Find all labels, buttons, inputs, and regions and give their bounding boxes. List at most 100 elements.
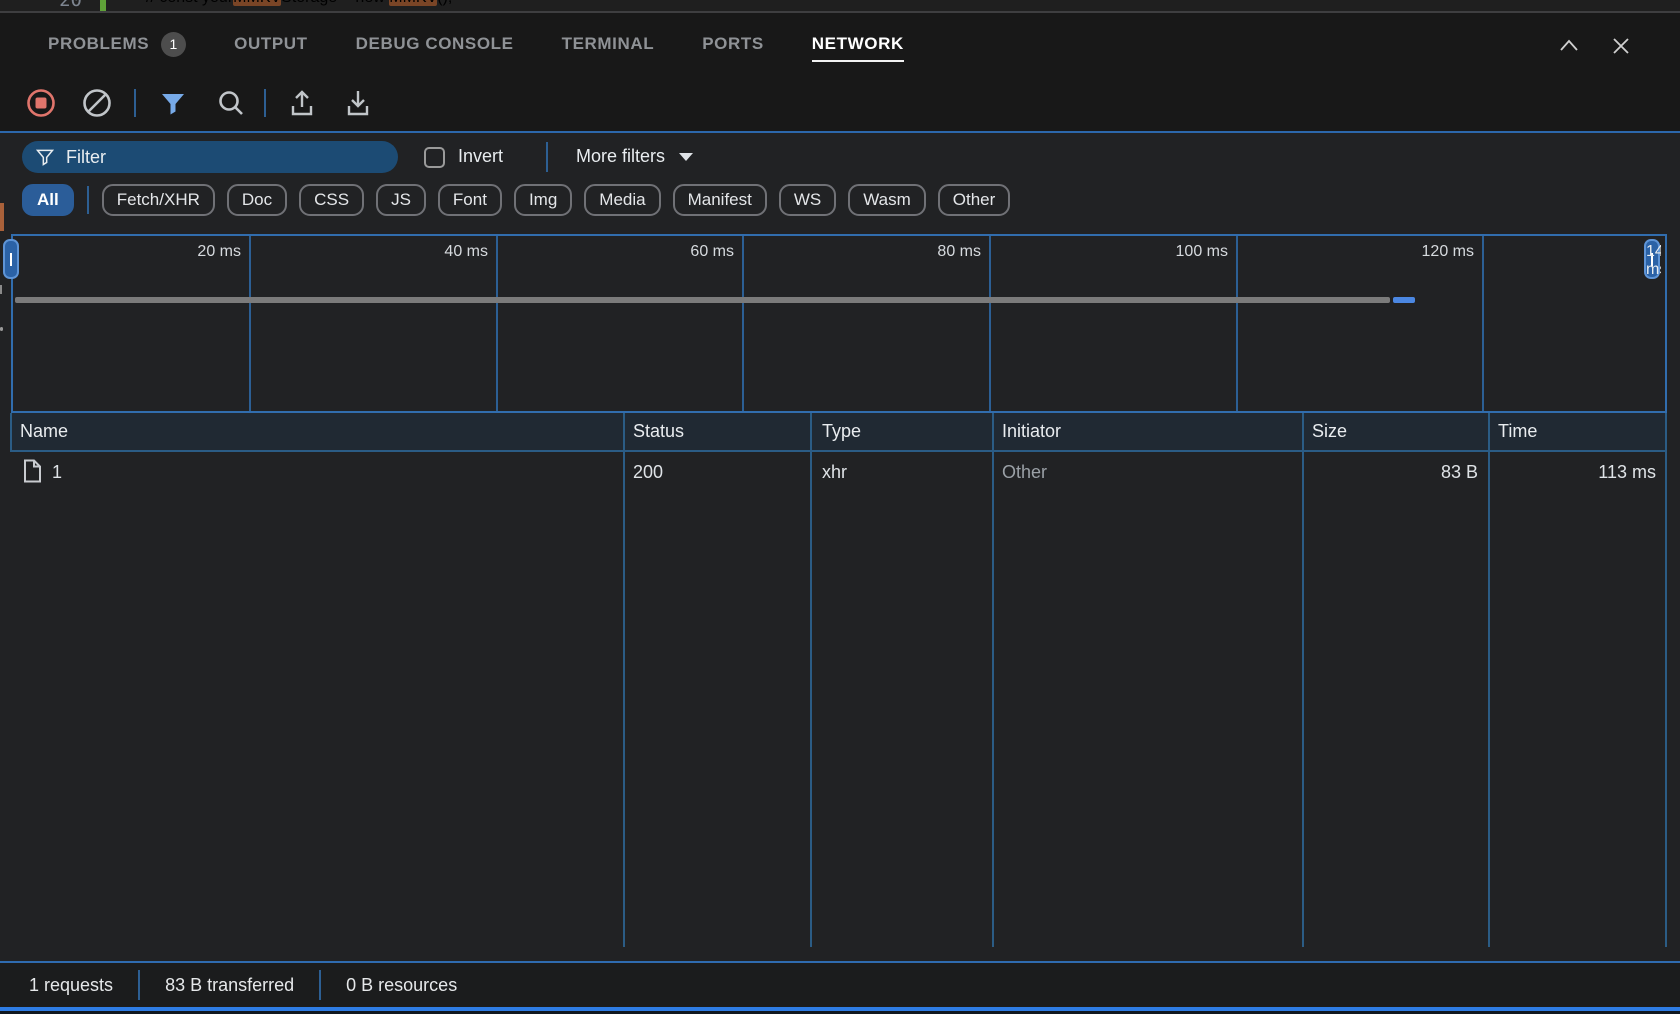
tab-network[interactable]: NETWORK: [812, 24, 904, 64]
timeline-tick: 80 ms: [871, 243, 981, 261]
chip-doc[interactable]: Doc: [227, 184, 287, 216]
summary-separator: [138, 970, 140, 1000]
timeline-gridline: [249, 236, 251, 411]
tab-network-label: NETWORK: [812, 34, 904, 54]
overview-load-bar: [15, 297, 1390, 303]
column-divider[interactable]: [1488, 413, 1490, 947]
chip-label: WS: [794, 190, 821, 210]
search-icon[interactable]: [215, 87, 247, 119]
cell-name[interactable]: 1: [52, 462, 62, 483]
search-highlight: MMKV: [389, 0, 437, 6]
timeline-tick-clipped: 140 ms: [1646, 243, 1661, 279]
maximize-panel-icon[interactable]: [1556, 33, 1582, 59]
overview-load-bar-tip: [1393, 297, 1415, 303]
timeline-gridline: [496, 236, 498, 411]
cell-type: xhr: [822, 462, 847, 483]
chip-label: Manifest: [688, 190, 752, 210]
chip-ws[interactable]: WS: [779, 184, 836, 216]
chip-label: Wasm: [863, 190, 911, 210]
overview-top-border: [11, 234, 1667, 236]
timeline-gridline: [1236, 236, 1238, 411]
code-text-prefix: // const your: [146, 0, 233, 6]
import-har-icon[interactable]: [286, 87, 318, 119]
filter-toggle-icon[interactable]: [157, 87, 189, 119]
column-header-type[interactable]: Type: [822, 421, 861, 442]
column-header-status[interactable]: Status: [633, 421, 684, 442]
chip-label: Doc: [242, 190, 272, 210]
column-header-name[interactable]: Name: [20, 421, 68, 442]
chip-fetch-xhr[interactable]: Fetch/XHR: [102, 184, 215, 216]
column-header-initiator[interactable]: Initiator: [1002, 421, 1061, 442]
timeline-tick: 120 ms: [1364, 243, 1474, 261]
chip-separator: [87, 186, 89, 214]
tab-problems-label: PROBLEMS: [48, 34, 149, 54]
overview-right-edge: [1665, 234, 1667, 413]
column-divider[interactable]: [623, 413, 625, 947]
chip-all[interactable]: All: [22, 184, 74, 216]
timeline-gridline: [989, 236, 991, 411]
chip-css[interactable]: CSS: [299, 184, 364, 216]
more-filters-dropdown[interactable]: More filters: [576, 146, 693, 167]
column-divider[interactable]: [1302, 413, 1304, 947]
requests-count: 1 requests: [29, 975, 113, 996]
chip-label: CSS: [314, 190, 349, 210]
filter-input[interactable]: Filter: [22, 141, 398, 173]
editor-code-strip: 20 // const yourMMKVStorage = new MMKV()…: [0, 0, 1680, 11]
panel-tab-bar: PROBLEMS 1 OUTPUT DEBUG CONSOLE TERMINAL…: [0, 13, 1680, 75]
tab-ports-label: PORTS: [702, 34, 764, 54]
resources-size: 0 B resources: [346, 975, 457, 996]
column-header-size[interactable]: Size: [1312, 421, 1347, 442]
clear-network-log-icon[interactable]: [81, 87, 113, 119]
chip-manifest[interactable]: Manifest: [673, 184, 767, 216]
timeline-gridline: [1482, 236, 1484, 411]
record-toggle-icon[interactable]: [25, 87, 57, 119]
export-har-icon[interactable]: [342, 87, 374, 119]
chevron-down-icon: [679, 153, 693, 161]
overview-left-handle[interactable]: [3, 239, 19, 279]
chip-label: Other: [953, 190, 996, 210]
tab-debug-console[interactable]: DEBUG CONSOLE: [356, 24, 514, 64]
tab-problems[interactable]: PROBLEMS 1: [48, 22, 186, 67]
network-overview-timeline[interactable]: 20 ms 40 ms 60 ms 80 ms 100 ms 120 ms 14…: [0, 234, 1680, 413]
invert-checkbox[interactable]: [424, 147, 445, 168]
chip-wasm[interactable]: Wasm: [848, 184, 926, 216]
edge-artifact-gray: [0, 285, 2, 294]
column-divider[interactable]: [810, 413, 812, 947]
tab-ports[interactable]: PORTS: [702, 24, 764, 64]
tab-terminal[interactable]: TERMINAL: [562, 24, 655, 64]
column-divider[interactable]: [992, 413, 994, 947]
filter-separator: [546, 142, 548, 172]
chip-label: Img: [529, 190, 557, 210]
tab-terminal-label: TERMINAL: [562, 34, 655, 54]
chip-label: Media: [599, 190, 645, 210]
problems-count-badge: 1: [161, 32, 186, 57]
transferred-size: 83 B transferred: [165, 975, 294, 996]
code-text-mid: Storage = new: [281, 0, 389, 6]
chip-font[interactable]: Font: [438, 184, 502, 216]
cell-status: 200: [633, 462, 663, 483]
close-panel-icon[interactable]: [1608, 33, 1634, 59]
cell-initiator[interactable]: Other: [1002, 462, 1047, 483]
timeline-tick: 20 ms: [131, 243, 241, 261]
chip-label: Fetch/XHR: [117, 190, 200, 210]
git-added-gutter: [100, 0, 106, 11]
edge-artifact-orange: [0, 203, 4, 231]
code-text-suffix: ();: [437, 0, 452, 6]
vscode-bottom-panel: 20 // const yourMMKVStorage = new MMKV()…: [0, 0, 1680, 1014]
summary-separator: [319, 970, 321, 1000]
column-header-time[interactable]: Time: [1498, 421, 1537, 442]
search-highlight: MMKV: [233, 0, 281, 6]
chip-media[interactable]: Media: [584, 184, 660, 216]
chip-label: All: [37, 190, 59, 210]
cell-time: 113 ms: [1488, 462, 1656, 483]
tab-output-label: OUTPUT: [234, 34, 307, 54]
chip-other[interactable]: Other: [938, 184, 1011, 216]
table-right-border: [1665, 413, 1667, 947]
requests-table: Name Status Type Initiator Size Time 1 2…: [0, 413, 1680, 947]
tab-output[interactable]: OUTPUT: [234, 24, 307, 64]
invert-label: Invert: [458, 146, 503, 167]
toolbar-separator: [264, 89, 266, 117]
network-panel: Filter Invert More filters All Fetch/XHR…: [0, 131, 1680, 961]
chip-img[interactable]: Img: [514, 184, 572, 216]
chip-js[interactable]: JS: [376, 184, 426, 216]
